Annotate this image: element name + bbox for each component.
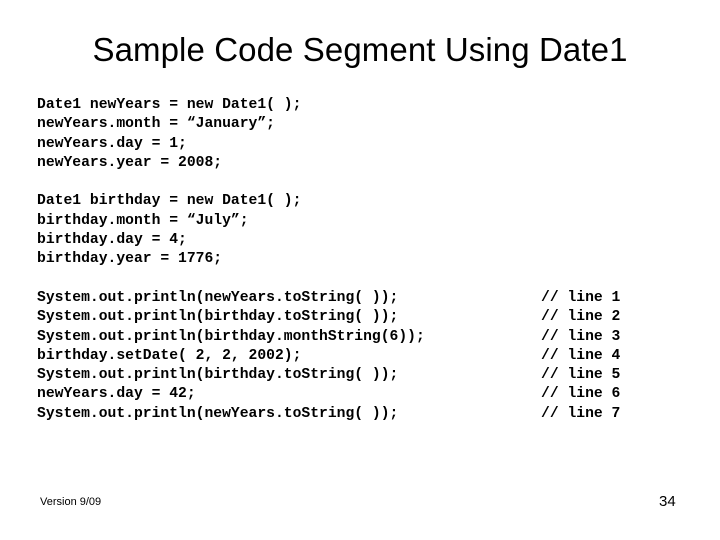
code-line: birthday.setDate( 2, 2, 2002); // line 4 xyxy=(37,347,697,366)
code-line: newYears.day = 1; xyxy=(37,135,697,154)
code-line-text: System.out.println(birthday.toString( ))… xyxy=(37,309,399,326)
footer-version-label: Version 9/09 xyxy=(40,496,102,508)
slide-title: Sample Code Segment Using Date1 xyxy=(92,31,628,68)
code-line-text: System.out.println(birthday.toString( ))… xyxy=(37,367,399,384)
code-block-declare-new-years: Date1 newYears = new Date1( ); newYears.m… xyxy=(37,96,697,173)
code-line-comment: // line 5 xyxy=(541,367,621,384)
code-line-comment: // line 2 xyxy=(541,309,621,326)
code-line-text: System.out.println(newYears.toString( ))… xyxy=(37,405,399,422)
code-line-comment: // line 1 xyxy=(541,289,621,306)
code-line-text: newYears.year = 2008; xyxy=(37,154,223,171)
code-line: System.out.println(newYears.toString( ))… xyxy=(37,289,697,308)
code-line: System.out.println(birthday.monthString(… xyxy=(37,328,697,347)
code-line-text: birthday.month = “July”; xyxy=(37,212,249,229)
footer-page-number: 34 xyxy=(659,493,676,510)
code-line: newYears.year = 2008; xyxy=(37,154,697,173)
code-line: newYears.day = 42; // line 6 xyxy=(37,385,697,404)
code-line-text: birthday.setDate( 2, 2, 2002); xyxy=(37,347,302,364)
code-line: birthday.day = 4; xyxy=(37,231,697,250)
code-line-text: System.out.println(birthday.monthString(… xyxy=(37,328,425,345)
code-line-text: birthday.year = 1776; xyxy=(37,251,223,268)
code-line: System.out.println(newYears.toString( ))… xyxy=(37,405,697,424)
code-block-output-statements: System.out.println(newYears.toString( ))… xyxy=(37,289,697,424)
code-line-text: Date1 newYears = new Date1( ); xyxy=(37,97,302,113)
code-line-comment: // line 4 xyxy=(541,347,621,364)
code-line-comment: // line 3 xyxy=(541,328,621,345)
code-line-text: birthday.day = 4; xyxy=(37,232,187,249)
code-line: Date1 birthday = new Date1( ); xyxy=(37,192,697,211)
code-line-text: newYears.day = 1; xyxy=(37,135,187,152)
code-line: System.out.println(birthday.toString( ))… xyxy=(37,366,697,385)
code-line: System.out.println(birthday.toString( ))… xyxy=(37,308,697,327)
code-line-text: newYears.month = “January”; xyxy=(37,116,275,133)
code-line: newYears.month = “January”; xyxy=(37,115,697,134)
code-block-declare-birthday: Date1 birthday = new Date1( ); birthday.m… xyxy=(37,192,697,269)
code-line: birthday.month = “July”; xyxy=(37,212,697,231)
code-line-text: System.out.println(newYears.toString( ))… xyxy=(37,289,399,306)
code-line-comment: // line 7 xyxy=(541,405,621,422)
code-line-comment: // line 6 xyxy=(541,386,621,403)
code-line-text: Date1 birthday = new Date1( ); xyxy=(37,193,302,210)
code-body: Date1 newYears = new Date1( ); newYears.m… xyxy=(37,96,697,424)
code-line: birthday.year = 1776; xyxy=(37,250,697,269)
code-line-text: newYears.day = 42; xyxy=(37,386,196,403)
slide-canvas: { "slide": { "title": "Sample Code Segme… xyxy=(0,0,720,540)
code-line: Date1 newYears = new Date1( ); xyxy=(37,96,697,115)
